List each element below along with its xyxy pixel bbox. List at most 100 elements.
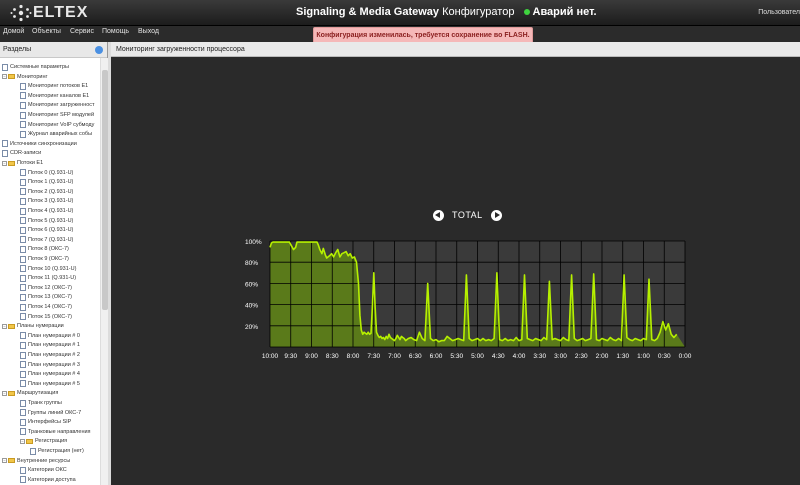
tree-item[interactable]: Категории ОКС — [20, 465, 67, 475]
document-icon — [20, 476, 26, 484]
menu-item-exit[interactable]: Выход — [138, 28, 159, 35]
tree-item-label: Маршрутизация — [17, 390, 59, 397]
document-icon — [20, 428, 26, 436]
collapse-toggle-icon[interactable]: − — [2, 390, 7, 396]
user-link[interactable]: Пользовател — [758, 9, 800, 16]
tree-item[interactable]: Поток 12 (ОКС-7) — [20, 283, 72, 293]
tree-item[interactable]: Журнал аварийных собы — [20, 129, 92, 139]
tree-item[interactable]: Системные параметры — [2, 62, 69, 72]
tree-item[interactable]: Мониторинг каналов E1 — [20, 91, 89, 101]
tree-item[interactable]: Поток 8 (ОКС-7) — [20, 244, 69, 254]
tree-item[interactable]: План нумерации # 1 — [20, 340, 80, 350]
collapse-toggle-icon[interactable]: − — [2, 458, 7, 464]
prev-arrow-icon[interactable] — [433, 209, 444, 221]
menu-item-home[interactable]: Домой — [3, 28, 24, 35]
collapse-toggle-icon[interactable]: − — [2, 323, 7, 329]
tree-item[interactable]: Интерфейсы SIP — [20, 417, 71, 427]
tree-folder[interactable]: − Потоки E1 — [2, 158, 43, 168]
document-icon — [20, 284, 26, 292]
logo-icon — [10, 4, 32, 22]
collapse-toggle-icon[interactable]: − — [2, 74, 7, 80]
tree-item[interactable]: Поток 15 (ОКС-7) — [20, 312, 72, 322]
document-icon — [20, 130, 26, 138]
document-icon — [20, 236, 26, 244]
tree-folder[interactable]: − Регистрация — [20, 436, 67, 446]
tree-item[interactable]: Поток 0 (Q.931-U) — [20, 168, 73, 178]
tree-item-label: Поток 2 (Q.931-U) — [28, 188, 74, 195]
menu-item-objects[interactable]: Объекты — [32, 28, 61, 35]
alarm-status-text: Аварий нет. — [532, 6, 597, 18]
tree-item[interactable]: Поток 2 (Q.931-U) — [20, 187, 73, 197]
document-icon — [20, 188, 26, 196]
document-icon — [2, 149, 8, 157]
tree-item[interactable]: Поток 1 (Q.931-U) — [20, 177, 73, 187]
tree-item[interactable]: Поток 4 (Q.931-U) — [20, 206, 73, 216]
app-title-suffix: Конфигуратор — [442, 6, 515, 18]
tree-item-label: Системные параметры — [10, 64, 70, 70]
tree-folder[interactable]: − Мониторинг — [2, 72, 48, 82]
document-icon — [20, 101, 26, 109]
x-tick-label: 3:00 — [554, 353, 567, 360]
menu-item-help[interactable]: Помощь — [102, 28, 129, 35]
tree-item[interactable]: Мониторинг загруженност — [20, 100, 95, 110]
tree-item[interactable]: Категории доступа — [20, 475, 76, 485]
document-icon — [20, 466, 26, 474]
tree-item-label: Мониторинг загруженност — [28, 102, 95, 109]
tree-folder[interactable]: − Маршрутизация — [2, 388, 58, 398]
tree-item[interactable]: CDR-записи — [2, 148, 41, 158]
alarm-status[interactable]: Аварий нет. — [523, 6, 597, 18]
tree-item-label: Транковые направления — [28, 428, 91, 435]
sidebar-header: Разделы — [0, 42, 107, 58]
document-icon — [20, 255, 26, 263]
x-tick-label: 4:30 — [492, 353, 505, 360]
menu-item-service[interactable]: Сервис — [70, 28, 94, 35]
tree-item[interactable]: Регистрация (нет) — [30, 446, 84, 456]
tree-item[interactable]: Транковые направления — [20, 427, 91, 437]
tree-item[interactable]: Поток 11 (Q.931-U) — [20, 273, 76, 283]
tree-item-label: Источники синхронизации — [10, 140, 77, 147]
document-icon — [20, 245, 26, 253]
x-tick-label: 3:30 — [533, 353, 546, 360]
tree-item[interactable]: Поток 13 (ОКС-7) — [20, 292, 72, 302]
sidebar: Разделы Системные параметры − Мониторинг Мо… — [0, 42, 108, 485]
main-header: Мониторинг загруженности процессора — [111, 42, 800, 57]
tree-item[interactable]: Мониторинг VoIP субмоду — [20, 120, 94, 130]
tree-item[interactable]: Транк группы — [20, 398, 62, 408]
tree-item[interactable]: Поток 14 (ОКС-7) — [20, 302, 72, 312]
sidebar-scrollbar[interactable] — [100, 58, 108, 485]
document-icon — [20, 332, 26, 340]
document-icon — [20, 121, 26, 129]
folder-icon — [8, 323, 15, 329]
tree-item[interactable]: План нумерации # 2 — [20, 350, 80, 360]
tree-item-label: Поток 7 (Q.931-U) — [28, 236, 74, 243]
document-icon — [20, 361, 26, 369]
tree-item[interactable]: Поток 9 (ОКС-7) — [20, 254, 69, 264]
tree-item[interactable]: Поток 3 (Q.931-U) — [20, 196, 73, 206]
tree-item[interactable]: План нумерации # 4 — [20, 369, 80, 379]
collapse-icon[interactable] — [95, 46, 103, 54]
tree-item[interactable]: Мониторинг SFP модулей — [20, 110, 94, 120]
next-arrow-icon[interactable] — [490, 209, 502, 221]
tree-item[interactable]: Поток 10 (Q.931-U) — [20, 264, 76, 274]
tree-item[interactable]: Поток 7 (Q.931-U) — [20, 235, 73, 245]
document-icon — [20, 265, 26, 273]
app-title-product: Signaling & Media Gateway — [296, 6, 440, 18]
tree-item[interactable]: Мониторинг потоков E1 — [20, 81, 88, 91]
tree-folder[interactable]: − Внутренние ресурсы — [2, 456, 70, 466]
tree-item[interactable]: План нумерации # 0 — [20, 331, 80, 341]
tree-item[interactable]: План нумерации # 5 — [20, 379, 80, 389]
logo[interactable]: ELTEX — [10, 3, 88, 23]
tree-item[interactable]: Источники синхронизации — [2, 139, 77, 149]
tree-item[interactable]: Поток 5 (Q.931-U) — [20, 216, 73, 226]
tree-item[interactable]: План нумерации # 3 — [20, 360, 80, 370]
x-tick-label: 6:00 — [430, 353, 443, 360]
document-icon — [2, 63, 8, 71]
tree-item-label: Поток 0 (Q.931-U) — [28, 169, 74, 176]
collapse-toggle-icon[interactable]: − — [2, 160, 7, 166]
tree-item[interactable]: Группы линий ОКС-7 — [20, 408, 81, 418]
collapse-toggle-icon[interactable]: − — [20, 438, 25, 444]
document-icon — [2, 140, 8, 148]
tree-item[interactable]: Поток 6 (Q.931-U) — [20, 225, 73, 235]
x-tick-label: 1:30 — [616, 353, 629, 360]
tree-folder[interactable]: − Планы нумерации — [2, 321, 64, 331]
